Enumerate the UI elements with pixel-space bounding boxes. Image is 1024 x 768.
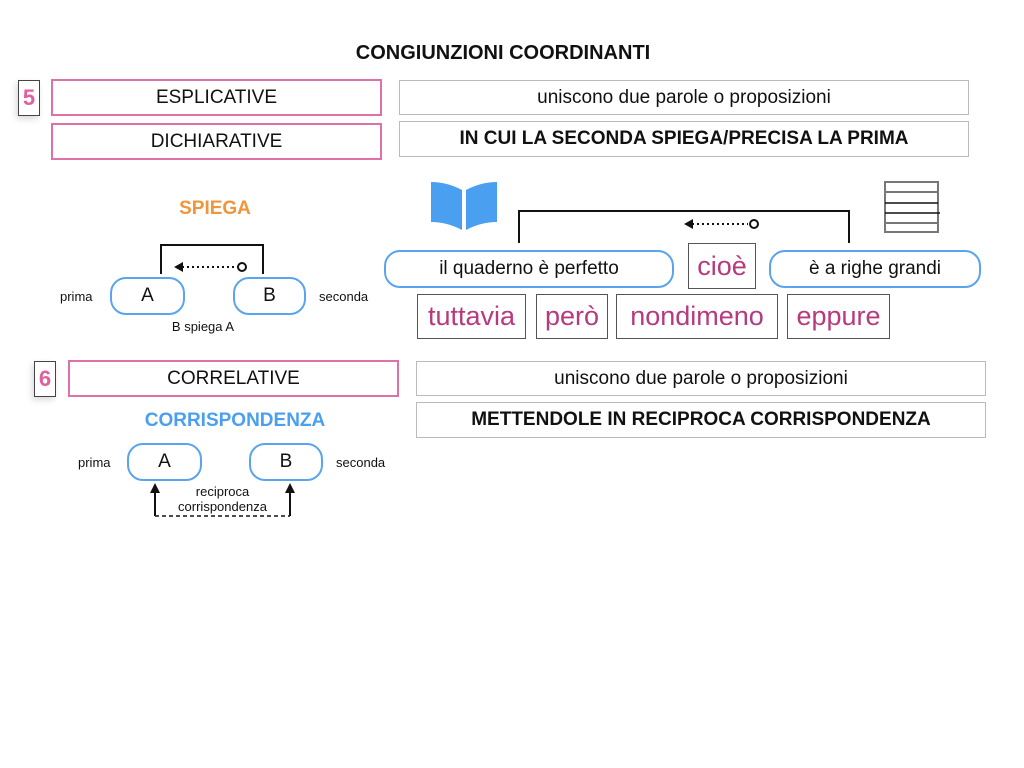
caption-line2: corrispondenza bbox=[178, 499, 267, 514]
caption-line1: reciproca bbox=[195, 484, 250, 499]
arrow-right-head bbox=[285, 483, 295, 493]
corrispondenza-connector bbox=[150, 483, 295, 517]
arrow-left-head bbox=[150, 483, 160, 493]
